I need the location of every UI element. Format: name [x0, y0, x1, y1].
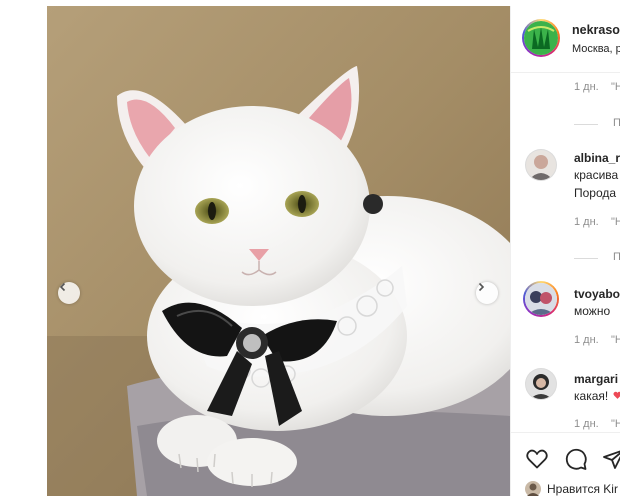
post-header: nekraso Москва, р [511, 6, 620, 73]
author-avatar[interactable] [522, 19, 560, 57]
comment-timestamp[interactable]: 1 дн. [574, 216, 599, 228]
comment-timestamp[interactable]: 1 дн. [574, 81, 599, 93]
cat-photo-image [47, 6, 510, 496]
comment-reply-link[interactable]: "Н [611, 216, 620, 228]
replies-line [574, 124, 598, 125]
view-replies-link[interactable]: П [613, 251, 620, 263]
comment-reply-link[interactable]: "Н [611, 418, 620, 430]
commenter-avatar[interactable] [525, 149, 557, 181]
comment-text-line: Порода [574, 186, 617, 200]
commenter-avatar-image [526, 150, 556, 180]
comment-icon[interactable] [564, 447, 588, 471]
comment-reply-link[interactable]: "Н [611, 334, 620, 346]
post-photo[interactable] [47, 6, 510, 496]
heart-icon[interactable] [525, 447, 549, 471]
comment-username[interactable]: albina_r [574, 151, 620, 165]
commenter-avatar[interactable] [525, 368, 557, 400]
author-username[interactable]: nekraso [572, 23, 620, 37]
author-avatar-image [524, 21, 558, 55]
view-replies-link[interactable]: П [613, 117, 620, 129]
commenter-avatar[interactable] [523, 281, 559, 317]
commenter-avatar-image [526, 369, 556, 399]
post-actions-bar: Нравится Kir [511, 432, 620, 496]
share-icon[interactable] [602, 447, 620, 471]
liker-avatar [525, 481, 541, 496]
comment-username[interactable]: tvoyabo [574, 287, 620, 301]
chevron-left-icon [59, 282, 66, 292]
comment-timestamp[interactable]: 1 дн. [574, 418, 599, 430]
likes-text: Нравится Kir [547, 482, 618, 496]
replies-line [574, 258, 598, 259]
commenter-avatar-image [525, 283, 557, 315]
comment-text-line: можно [574, 304, 611, 318]
post-location[interactable]: Москва, р [572, 43, 620, 55]
comment-text-line: красива [574, 168, 619, 182]
chevron-right-icon [478, 282, 485, 292]
previous-photo-button[interactable] [58, 282, 80, 304]
comment-timestamp[interactable]: 1 дн. [574, 334, 599, 346]
comment-reply-link[interactable]: "Н [611, 81, 620, 93]
comment-username[interactable]: margari [574, 372, 618, 386]
post-sidebar: nekraso Москва, р 1 дн. "Н П albina_r кр… [511, 6, 620, 496]
comment-text-line: какая! [574, 389, 609, 403]
next-photo-button[interactable] [476, 282, 498, 304]
heart-emoji-icon [613, 391, 620, 399]
